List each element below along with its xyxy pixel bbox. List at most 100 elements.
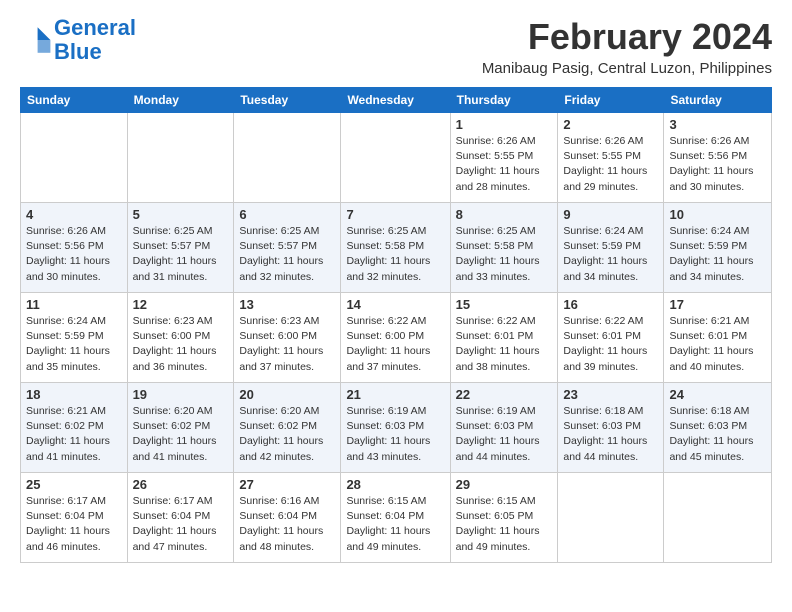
day-info: Sunrise: 6:19 AMSunset: 6:03 PMDaylight:…	[456, 404, 553, 465]
day-info: Sunrise: 6:17 AMSunset: 6:04 PMDaylight:…	[26, 494, 122, 555]
day-info: Sunrise: 6:23 AMSunset: 6:00 PMDaylight:…	[133, 314, 229, 375]
day-number: 7	[346, 207, 444, 222]
day-number: 23	[563, 387, 658, 402]
day-number: 2	[563, 117, 658, 132]
calendar-cell: 20 Sunrise: 6:20 AMSunset: 6:02 PMDayligh…	[234, 383, 341, 473]
weekday-header-cell: Tuesday	[234, 88, 341, 113]
calendar-cell: 7 Sunrise: 6:25 AMSunset: 5:58 PMDaylight…	[341, 203, 450, 293]
day-number: 8	[456, 207, 553, 222]
day-info: Sunrise: 6:25 AMSunset: 5:58 PMDaylight:…	[456, 224, 553, 285]
weekday-header-cell: Wednesday	[341, 88, 450, 113]
day-info: Sunrise: 6:25 AMSunset: 5:57 PMDaylight:…	[239, 224, 335, 285]
day-info: Sunrise: 6:25 AMSunset: 5:58 PMDaylight:…	[346, 224, 444, 285]
logo-text: GeneralBlue	[54, 16, 136, 64]
day-number: 15	[456, 297, 553, 312]
day-number: 1	[456, 117, 553, 132]
calendar-cell: 28Sunrise: 6:15 AMSunset: 6:04 PMDayligh…	[341, 473, 450, 563]
day-number: 17	[669, 297, 766, 312]
day-number: 12	[133, 297, 229, 312]
day-info: Sunrise: 6:26 AMSunset: 5:56 PMDaylight:…	[26, 224, 122, 285]
day-number: 22	[456, 387, 553, 402]
day-info: Sunrise: 6:18 AMSunset: 6:03 PMDaylight:…	[563, 404, 658, 465]
calendar-row: 11 Sunrise: 6:24 AMSunset: 5:59 PMDayligh…	[21, 293, 772, 383]
calendar-row: 18Sunrise: 6:21 AMSunset: 6:02 PMDayligh…	[21, 383, 772, 473]
day-info: Sunrise: 6:21 AMSunset: 6:02 PMDaylight:…	[26, 404, 122, 465]
calendar-cell	[127, 113, 234, 203]
calendar-cell: 25 Sunrise: 6:17 AMSunset: 6:04 PMDayligh…	[21, 473, 128, 563]
day-number: 25	[26, 477, 122, 492]
calendar-subtitle: Manibaug Pasig, Central Luzon, Philippin…	[482, 60, 772, 77]
page-header: GeneralBlue February 2024 Manibaug Pasig…	[20, 16, 772, 77]
calendar-cell	[664, 473, 772, 563]
day-info: Sunrise: 6:20 AMSunset: 6:02 PMDaylight:…	[239, 404, 335, 465]
calendar-cell: 3 Sunrise: 6:26 AMSunset: 5:56 PMDaylight…	[664, 113, 772, 203]
calendar-cell: 6 Sunrise: 6:25 AMSunset: 5:57 PMDaylight…	[234, 203, 341, 293]
day-number: 16	[563, 297, 658, 312]
calendar-cell: 18Sunrise: 6:21 AMSunset: 6:02 PMDayligh…	[21, 383, 128, 473]
day-info: Sunrise: 6:22 AMSunset: 6:00 PMDaylight:…	[346, 314, 444, 375]
day-info: Sunrise: 6:23 AMSunset: 6:00 PMDaylight:…	[239, 314, 335, 375]
calendar-cell: 22 Sunrise: 6:19 AMSunset: 6:03 PMDayligh…	[450, 383, 558, 473]
calendar-row: 4Sunrise: 6:26 AMSunset: 5:56 PMDaylight…	[21, 203, 772, 293]
day-number: 24	[669, 387, 766, 402]
day-info: Sunrise: 6:19 AMSunset: 6:03 PMDaylight:…	[346, 404, 444, 465]
calendar-cell	[21, 113, 128, 203]
day-info: Sunrise: 6:22 AMSunset: 6:01 PMDaylight:…	[456, 314, 553, 375]
day-info: Sunrise: 6:15 AMSunset: 6:04 PMDaylight:…	[346, 494, 444, 555]
calendar-cell: 17 Sunrise: 6:21 AMSunset: 6:01 PMDayligh…	[664, 293, 772, 383]
day-number: 10	[669, 207, 766, 222]
calendar-title: February 2024	[482, 16, 772, 58]
calendar-cell: 29 Sunrise: 6:15 AMSunset: 6:05 PMDayligh…	[450, 473, 558, 563]
day-info: Sunrise: 6:22 AMSunset: 6:01 PMDaylight:…	[563, 314, 658, 375]
calendar-cell	[341, 113, 450, 203]
calendar-cell: 21Sunrise: 6:19 AMSunset: 6:03 PMDayligh…	[341, 383, 450, 473]
day-number: 26	[133, 477, 229, 492]
calendar-cell: 27 Sunrise: 6:16 AMSunset: 6:04 PMDayligh…	[234, 473, 341, 563]
day-number: 3	[669, 117, 766, 132]
calendar-cell: 8 Sunrise: 6:25 AMSunset: 5:58 PMDaylight…	[450, 203, 558, 293]
title-area: February 2024 Manibaug Pasig, Central Lu…	[482, 16, 772, 77]
calendar-cell: 15 Sunrise: 6:22 AMSunset: 6:01 PMDayligh…	[450, 293, 558, 383]
day-number: 27	[239, 477, 335, 492]
calendar-body: 1 Sunrise: 6:26 AMSunset: 5:55 PMDaylight…	[21, 113, 772, 563]
day-number: 6	[239, 207, 335, 222]
day-number: 14	[346, 297, 444, 312]
calendar-cell: 4Sunrise: 6:26 AMSunset: 5:56 PMDaylight…	[21, 203, 128, 293]
day-number: 11	[26, 297, 122, 312]
day-info: Sunrise: 6:20 AMSunset: 6:02 PMDaylight:…	[133, 404, 229, 465]
calendar-cell: 2 Sunrise: 6:26 AMSunset: 5:55 PMDaylight…	[558, 113, 664, 203]
logo-area: GeneralBlue	[20, 16, 136, 64]
weekday-header-cell: Sunday	[21, 88, 128, 113]
day-info: Sunrise: 6:15 AMSunset: 6:05 PMDaylight:…	[456, 494, 553, 555]
calendar-cell: 12 Sunrise: 6:23 AMSunset: 6:00 PMDayligh…	[127, 293, 234, 383]
calendar-cell: 5 Sunrise: 6:25 AMSunset: 5:57 PMDaylight…	[127, 203, 234, 293]
calendar-cell: 23 Sunrise: 6:18 AMSunset: 6:03 PMDayligh…	[558, 383, 664, 473]
day-info: Sunrise: 6:21 AMSunset: 6:01 PMDaylight:…	[669, 314, 766, 375]
calendar-cell: 1 Sunrise: 6:26 AMSunset: 5:55 PMDaylight…	[450, 113, 558, 203]
calendar-cell: 11 Sunrise: 6:24 AMSunset: 5:59 PMDayligh…	[21, 293, 128, 383]
weekday-header-row: SundayMondayTuesdayWednesdayThursdayFrid…	[21, 88, 772, 113]
day-info: Sunrise: 6:26 AMSunset: 5:56 PMDaylight:…	[669, 134, 766, 195]
calendar-cell: 26 Sunrise: 6:17 AMSunset: 6:04 PMDayligh…	[127, 473, 234, 563]
calendar-cell	[234, 113, 341, 203]
day-number: 29	[456, 477, 553, 492]
logo-icon	[20, 24, 52, 56]
weekday-header-cell: Saturday	[664, 88, 772, 113]
day-info: Sunrise: 6:25 AMSunset: 5:57 PMDaylight:…	[133, 224, 229, 285]
day-info: Sunrise: 6:24 AMSunset: 5:59 PMDaylight:…	[563, 224, 658, 285]
calendar-cell	[558, 473, 664, 563]
day-info: Sunrise: 6:26 AMSunset: 5:55 PMDaylight:…	[563, 134, 658, 195]
weekday-header-cell: Monday	[127, 88, 234, 113]
weekday-header-cell: Thursday	[450, 88, 558, 113]
day-info: Sunrise: 6:24 AMSunset: 5:59 PMDaylight:…	[26, 314, 122, 375]
day-info: Sunrise: 6:17 AMSunset: 6:04 PMDaylight:…	[133, 494, 229, 555]
calendar-cell: 14 Sunrise: 6:22 AMSunset: 6:00 PMDayligh…	[341, 293, 450, 383]
day-number: 20	[239, 387, 335, 402]
day-info: Sunrise: 6:16 AMSunset: 6:04 PMDaylight:…	[239, 494, 335, 555]
calendar-row: 1 Sunrise: 6:26 AMSunset: 5:55 PMDaylight…	[21, 113, 772, 203]
calendar-cell: 13Sunrise: 6:23 AMSunset: 6:00 PMDayligh…	[234, 293, 341, 383]
calendar-cell: 19Sunrise: 6:20 AMSunset: 6:02 PMDayligh…	[127, 383, 234, 473]
day-info: Sunrise: 6:26 AMSunset: 5:55 PMDaylight:…	[456, 134, 553, 195]
day-info: Sunrise: 6:18 AMSunset: 6:03 PMDaylight:…	[669, 404, 766, 465]
day-number: 5	[133, 207, 229, 222]
